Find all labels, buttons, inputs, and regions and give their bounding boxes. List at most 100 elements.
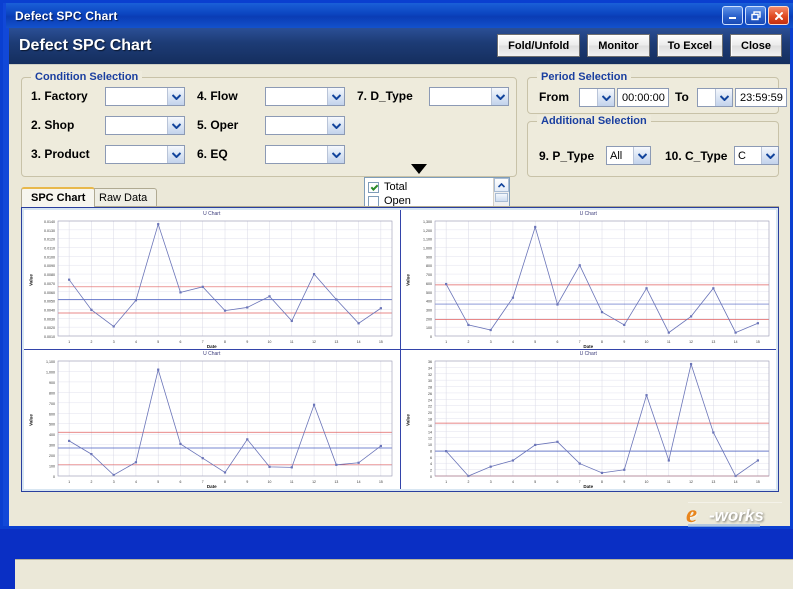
svg-text:700: 700 [426, 273, 432, 277]
product-combo[interactable] [105, 145, 185, 164]
factory-label: 1. Factory [31, 89, 88, 103]
svg-text:0.0090: 0.0090 [44, 264, 55, 268]
svg-text:800: 800 [426, 264, 432, 268]
chart-bottom-left[interactable]: 1,1001,000900800700600500400300200100012… [24, 350, 400, 489]
period-selection-legend: Period Selection [537, 71, 631, 83]
svg-text:200: 200 [49, 454, 55, 458]
chevron-down-icon [715, 89, 732, 106]
eq-label: 6. EQ [197, 147, 228, 161]
svg-text:0.0140: 0.0140 [44, 220, 55, 224]
chevron-down-icon [327, 88, 344, 105]
svg-text:14: 14 [428, 430, 432, 434]
chart-title: U Chart [401, 350, 777, 359]
ptype-label: 9. P_Type [539, 149, 594, 163]
svg-text:1,100: 1,100 [423, 238, 432, 242]
svg-text:0.0060: 0.0060 [44, 291, 55, 295]
ptype-combo[interactable]: All [606, 146, 651, 165]
from-date-combo[interactable] [579, 88, 615, 107]
svg-text:600: 600 [49, 412, 55, 416]
svg-text:0.0040: 0.0040 [44, 308, 55, 312]
svg-text:0.0100: 0.0100 [44, 255, 55, 259]
svg-text:800: 800 [49, 391, 55, 395]
chart-title: U Chart [24, 210, 400, 219]
dropdown-pointer-icon [411, 164, 427, 174]
svg-text:18: 18 [428, 418, 432, 422]
svg-text:0.0050: 0.0050 [44, 300, 55, 304]
dtype-label: 7. D_Type [357, 89, 413, 103]
chevron-down-icon [761, 147, 778, 164]
chevron-down-icon [167, 117, 184, 134]
chart-x-axis-label: Date [24, 484, 400, 489]
chart-y-axis-label: Value [28, 274, 33, 286]
svg-text:20: 20 [428, 411, 432, 415]
svg-text:1,100: 1,100 [46, 360, 55, 364]
from-time-field[interactable]: 00:00:00 [617, 88, 669, 107]
header-button-group: Fold/Unfold Monitor To Excel Close [497, 34, 782, 57]
svg-text:26: 26 [428, 392, 432, 396]
ptype-value: All [607, 150, 633, 162]
minimize-button[interactable] [722, 6, 743, 25]
tab-strip: SPC Chart Raw Data [21, 187, 779, 207]
client-area: Condition Selection 1. Factory 2. Shop 3… [9, 65, 790, 526]
os-title-bar: Defect SPC Chart [6, 3, 793, 28]
condition-selection-legend: Condition Selection [31, 71, 142, 83]
monitor-button[interactable]: Monitor [587, 34, 649, 57]
flow-combo[interactable] [265, 87, 345, 106]
svg-text:1,000: 1,000 [46, 370, 55, 374]
svg-text:0.0130: 0.0130 [44, 229, 55, 233]
close-window-button[interactable]: Close [730, 34, 782, 57]
svg-text:500: 500 [49, 423, 55, 427]
window-controls [722, 6, 789, 25]
svg-text:24: 24 [428, 398, 432, 402]
svg-text:16: 16 [428, 424, 432, 428]
svg-text:100: 100 [426, 326, 432, 330]
flow-label: 4. Flow [197, 89, 238, 103]
chart-top-right[interactable]: 1,3001,2001,1001,00090080070060050040030… [401, 210, 777, 349]
from-label: From [539, 90, 569, 104]
status-band [15, 559, 793, 589]
svg-text:900: 900 [49, 381, 55, 385]
eq-combo[interactable] [265, 145, 345, 164]
oper-label: 5. Oper [197, 118, 238, 132]
to-date-combo[interactable] [697, 88, 733, 107]
svg-text:2: 2 [430, 469, 432, 473]
svg-text:12: 12 [428, 437, 432, 441]
tab-raw-data[interactable]: Raw Data [89, 188, 157, 207]
svg-text:700: 700 [49, 402, 55, 406]
chart-top-left[interactable]: 0.01400.01300.01200.01100.01000.00900.00… [24, 210, 400, 349]
oper-combo[interactable] [265, 116, 345, 135]
svg-text:1,000: 1,000 [423, 247, 432, 251]
chart-x-axis-label: Date [401, 484, 777, 489]
chevron-down-icon [491, 88, 508, 105]
fold-unfold-button[interactable]: Fold/Unfold [497, 34, 580, 57]
restore-button[interactable] [745, 6, 766, 25]
additional-selection-legend: Additional Selection [537, 115, 651, 127]
chart-y-axis-label: Value [405, 414, 410, 426]
chart-bottom-right[interactable]: 3634323028262422201816141210864201234567… [401, 350, 777, 489]
chevron-down-icon [327, 146, 344, 163]
svg-text:4: 4 [430, 462, 432, 466]
svg-text:400: 400 [426, 300, 432, 304]
to-excel-button[interactable]: To Excel [657, 34, 723, 57]
close-button[interactable] [768, 6, 789, 25]
svg-text:600: 600 [426, 282, 432, 286]
ctype-combo[interactable]: C [734, 146, 779, 165]
to-label: To [675, 90, 689, 104]
ctype-label: 10. C_Type [665, 149, 727, 163]
app-header-bar: Defect SPC Chart Fold/Unfold Monitor To … [9, 28, 790, 65]
svg-text:200: 200 [426, 317, 432, 321]
svg-text:0: 0 [430, 335, 432, 339]
chevron-down-icon [633, 147, 650, 164]
to-time-field[interactable]: 23:59:59 [735, 88, 787, 107]
tab-spc-chart[interactable]: SPC Chart [21, 187, 95, 207]
dtype-combo[interactable] [429, 87, 509, 106]
shop-combo[interactable] [105, 116, 185, 135]
shop-label: 2. Shop [31, 118, 74, 132]
factory-combo[interactable] [105, 87, 185, 106]
os-title-text: Defect SPC Chart [15, 9, 118, 23]
svg-text:0.0080: 0.0080 [44, 273, 55, 277]
svg-text:22: 22 [428, 405, 432, 409]
product-label: 3. Product [31, 147, 90, 161]
svg-text:0.0070: 0.0070 [44, 282, 55, 286]
ctype-value: C [735, 150, 761, 162]
